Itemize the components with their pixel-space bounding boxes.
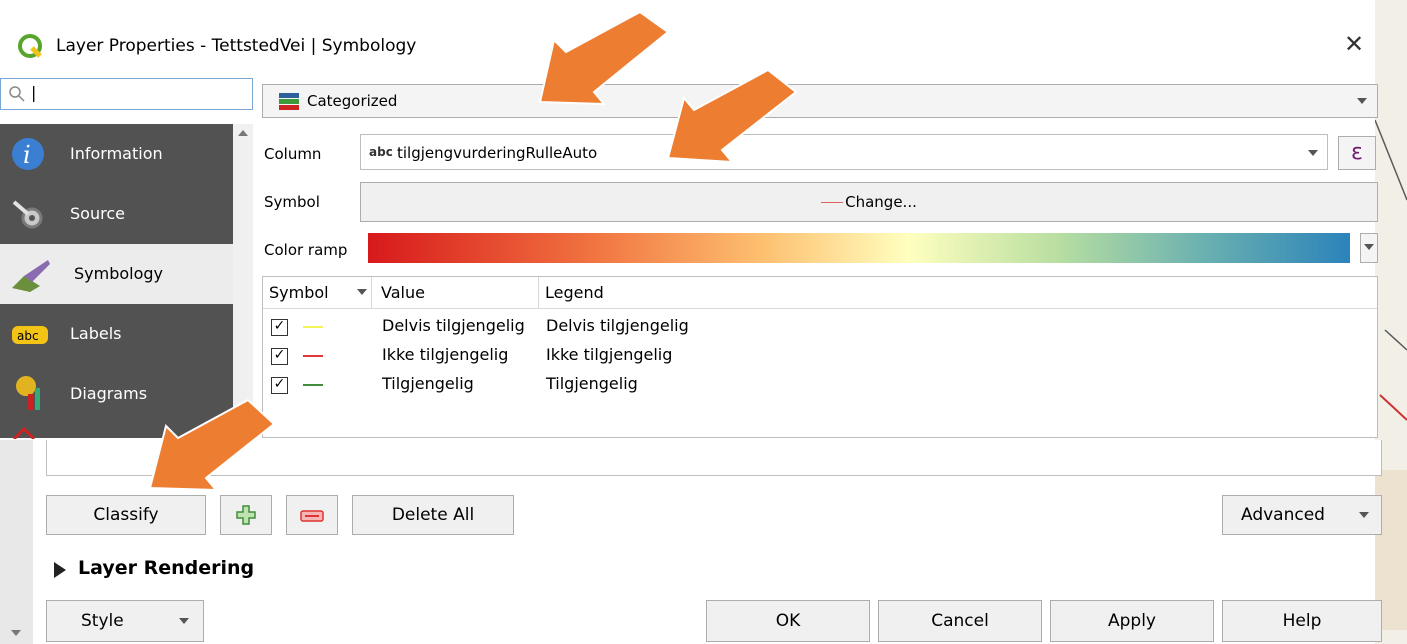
labels-abc-icon: abc — [10, 316, 48, 352]
color-ramp-label: Color ramp — [264, 241, 348, 259]
source-tools-icon — [10, 196, 46, 232]
table-header: Symbol Value Legend — [263, 277, 1377, 309]
sidebar-item-information[interactable]: i Information — [0, 124, 233, 184]
symbol-change-label: Change... — [845, 193, 917, 211]
renderer-type-select[interactable]: Categorized — [262, 84, 1378, 118]
row-checkbox[interactable]: ✓ — [271, 377, 288, 394]
chevron-down-icon — [1359, 512, 1369, 518]
categorized-icon — [279, 93, 299, 111]
sidebar-item-diagrams[interactable]: Diagrams — [0, 364, 233, 424]
row-value: Tilgjengelig — [382, 374, 474, 393]
symbol-change-button[interactable]: Change... — [360, 182, 1378, 222]
ok-button[interactable]: OK — [706, 600, 870, 642]
color-ramp-button[interactable] — [368, 233, 1350, 263]
chevron-down-icon — [1364, 244, 1374, 250]
renderer-selected: Categorized — [307, 92, 398, 110]
row-legend: Ikke tilgjengelig — [546, 345, 673, 364]
symbology-brush-icon — [10, 256, 50, 292]
sidebar-item-source[interactable]: Source — [0, 184, 233, 244]
line-symbol-preview-icon — [821, 202, 844, 203]
search-caret: | — [31, 83, 37, 102]
row-legend: Tilgjengelig — [546, 374, 638, 393]
sidebar-item-label: Information — [70, 144, 163, 163]
advanced-label: Advanced — [1241, 505, 1325, 525]
advanced-button[interactable]: Advanced — [1222, 495, 1382, 535]
svg-text:i: i — [23, 141, 31, 169]
column-select[interactable]: abc tilgjengvurderingRulleAuto — [360, 134, 1328, 170]
title-bar — [0, 0, 1375, 70]
plus-icon — [236, 505, 256, 525]
next-section-icon — [10, 424, 40, 441]
search-icon — [9, 86, 25, 102]
map-canvas-strip — [1375, 0, 1407, 644]
layer-rendering-section[interactable]: Layer Rendering — [78, 557, 254, 579]
column-dropdown-button[interactable] — [1300, 138, 1326, 168]
chevron-down-icon — [179, 618, 189, 624]
sidebar-item-label: Labels — [70, 324, 122, 343]
row-checkbox[interactable]: ✓ — [271, 319, 288, 336]
column-value: tilgjengvurderingRulleAuto — [397, 144, 598, 162]
table-bottom-frame — [46, 440, 1382, 476]
apply-button[interactable]: Apply — [1050, 600, 1214, 642]
info-icon: i — [10, 136, 46, 172]
close-button[interactable]: ✕ — [1344, 30, 1364, 58]
column-header-symbol[interactable]: Symbol — [269, 283, 329, 302]
expand-triangle-icon[interactable] — [54, 562, 66, 578]
diagrams-icon — [10, 376, 46, 412]
symbol-label: Symbol — [264, 193, 320, 211]
sidebar-item-labels[interactable]: abc Labels — [0, 304, 233, 364]
column-header-legend[interactable]: Legend — [545, 283, 604, 302]
classify-button[interactable]: Classify — [46, 495, 206, 535]
row-value: Delvis tilgjengelig — [382, 316, 525, 335]
table-row[interactable]: ✓ Tilgjengelig Tilgjengelig — [263, 371, 1377, 400]
remove-category-button[interactable] — [286, 495, 338, 535]
line-symbol-icon — [303, 326, 323, 328]
svg-text:abc: abc — [17, 329, 39, 343]
expression-button[interactable]: ε — [1338, 136, 1376, 170]
sidebar-item-label: Source — [70, 204, 125, 223]
window-title: Layer Properties - TettstedVei | Symbolo… — [56, 36, 417, 56]
sidebar-scrollbar[interactable] — [233, 124, 253, 438]
chevron-down-icon — [1357, 98, 1367, 104]
sort-indicator-icon — [357, 289, 367, 295]
column-label: Column — [264, 145, 322, 163]
scroll-down-icon[interactable] — [8, 626, 28, 640]
line-symbol-icon — [303, 355, 323, 357]
chevron-down-icon — [1308, 150, 1318, 156]
search-input[interactable]: | — [0, 78, 253, 110]
sidebar-item-label: Diagrams — [70, 384, 148, 403]
string-field-icon: abc — [369, 145, 393, 159]
row-value: Ikke tilgjengelig — [382, 345, 509, 364]
style-label: Style — [81, 611, 124, 631]
sidebar-item-symbology[interactable]: Symbology — [0, 244, 233, 304]
row-checkbox[interactable]: ✓ — [271, 348, 288, 365]
style-button[interactable]: Style — [46, 600, 204, 642]
help-button[interactable]: Help — [1222, 600, 1382, 642]
column-header-value[interactable]: Value — [381, 283, 425, 302]
row-legend: Delvis tilgjengelig — [546, 316, 689, 335]
table-row[interactable]: ✓ Delvis tilgjengelig Delvis tilgjengeli… — [263, 313, 1377, 342]
delete-all-button[interactable]: Delete All — [352, 495, 514, 535]
line-symbol-icon — [303, 384, 323, 386]
sidebar-item-label: Symbology — [74, 264, 164, 283]
color-ramp-dropdown[interactable] — [1360, 233, 1378, 263]
add-category-button[interactable] — [220, 495, 272, 535]
qgis-logo-icon — [18, 34, 44, 60]
table-row[interactable]: ✓ Ikke tilgjengelig Ikke tilgjengelig — [263, 342, 1377, 371]
sidebar: i Information Source Symbology abc Label… — [0, 124, 233, 441]
cancel-button[interactable]: Cancel — [878, 600, 1042, 642]
lower-scroll-gutter — [0, 440, 33, 644]
minus-icon — [300, 510, 324, 522]
